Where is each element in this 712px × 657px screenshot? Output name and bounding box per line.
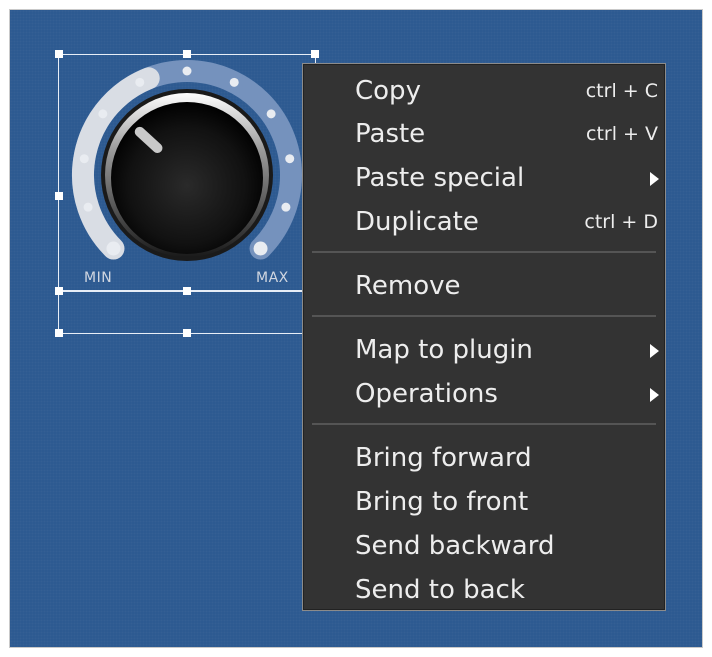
knob-scale-dot	[285, 154, 295, 164]
knob-max-label: MAX	[256, 270, 289, 286]
context-menu: Copy ctrl + C Paste ctrl + V Paste speci…	[302, 63, 666, 611]
menu-item-duplicate[interactable]: Duplicate ctrl + D	[303, 204, 665, 240]
menu-separator	[312, 423, 656, 425]
menu-item-shortcut: ctrl + C	[585, 80, 658, 102]
menu-item-paste-special[interactable]: Paste special	[303, 160, 665, 196]
menu-item-send-backward[interactable]: Send backward	[303, 528, 665, 564]
menu-item-remove[interactable]: Remove	[303, 268, 665, 304]
menu-item-send-to-back[interactable]: Send to back	[303, 572, 665, 608]
rotary-knob[interactable]: MIN MAX	[66, 52, 316, 292]
resize-handle-top-left[interactable]	[55, 50, 63, 58]
menu-item-bring-to-front[interactable]: Bring to front	[303, 484, 665, 520]
menu-item-bring-forward[interactable]: Bring forward	[303, 440, 665, 476]
knob-scale-dot	[266, 109, 276, 119]
menu-item-label: Bring to front	[355, 487, 529, 517]
knob-scale-dot	[182, 66, 192, 76]
menu-separator	[312, 315, 656, 317]
menu-item-copy[interactable]: Copy ctrl + C	[303, 73, 665, 109]
knob-scale-dot	[281, 202, 291, 212]
menu-item-operations[interactable]: Operations	[303, 376, 665, 412]
menu-item-label: Copy	[355, 76, 421, 106]
menu-item-label: Operations	[355, 379, 498, 409]
menu-item-label: Send backward	[355, 531, 555, 561]
menu-item-shortcut: ctrl + D	[584, 211, 658, 233]
menu-item-label: Paste special	[355, 163, 525, 193]
menu-item-label: Bring forward	[355, 443, 532, 473]
menu-item-shortcut: ctrl + V	[586, 123, 658, 145]
knob-scale-dot	[229, 77, 239, 87]
resize-handle-bottom-left[interactable]	[55, 287, 63, 295]
resize-handle-mid-left[interactable]	[55, 192, 63, 200]
menu-item-label: Map to plugin	[355, 335, 533, 365]
menu-separator	[312, 251, 656, 253]
knob-scale-dot	[98, 109, 108, 119]
selection-box-label[interactable]	[58, 290, 316, 334]
knob-scale-dot	[106, 241, 121, 256]
submenu-arrow-icon	[650, 172, 659, 186]
knob-scale-dot	[83, 202, 93, 212]
menu-item-label: Paste	[355, 119, 426, 149]
resize-handle-label-left[interactable]	[55, 329, 63, 337]
menu-item-paste[interactable]: Paste ctrl + V	[303, 116, 665, 152]
knob-min-label: MIN	[84, 270, 113, 286]
knob-scale-dot	[79, 154, 89, 164]
menu-item-label: Send to back	[355, 575, 525, 605]
knob-scale-dot	[135, 77, 145, 87]
submenu-arrow-icon	[650, 344, 659, 358]
knob-graphic	[72, 60, 302, 261]
menu-item-label: Duplicate	[355, 207, 479, 237]
knob-scale-dot	[253, 241, 268, 256]
resize-handle-label-center[interactable]	[183, 329, 191, 337]
menu-item-map-to-plugin[interactable]: Map to plugin	[303, 332, 665, 368]
submenu-arrow-icon	[650, 388, 659, 402]
menu-item-label: Remove	[355, 271, 461, 301]
